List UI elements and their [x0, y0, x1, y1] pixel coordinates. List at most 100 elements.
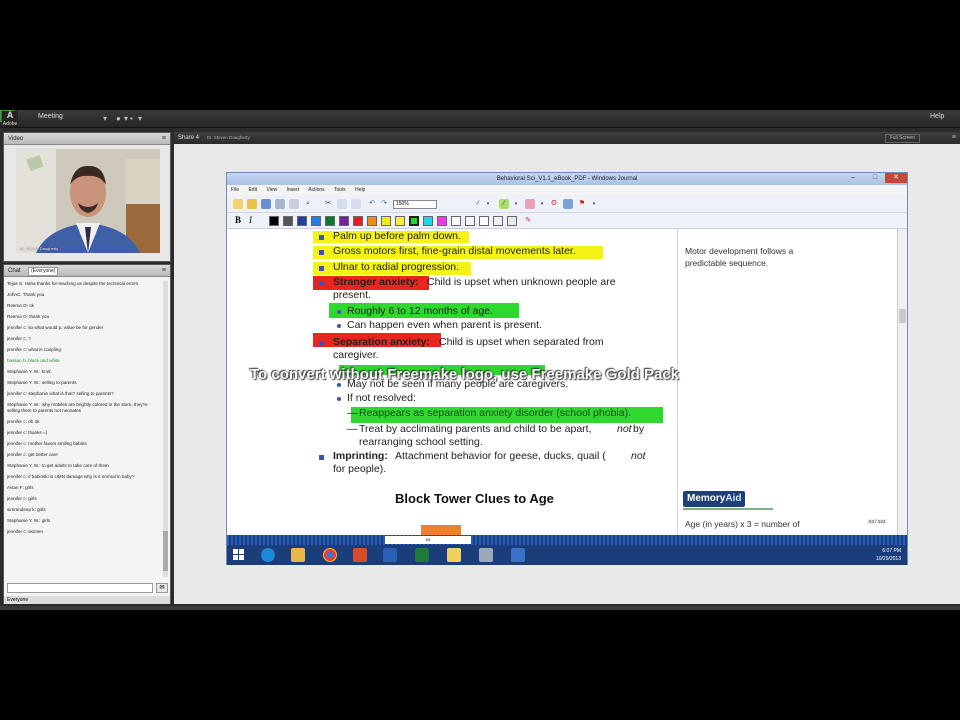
eraser-dropdown-icon[interactable]: ▾ — [537, 199, 547, 209]
print-icon[interactable] — [275, 199, 285, 209]
chat-input[interactable] — [7, 583, 153, 593]
zoom-select[interactable]: 150% — [393, 200, 437, 209]
doc-separation-desc-2: caregiver. — [333, 349, 379, 361]
microphone-icon[interactable]: ● — [116, 114, 121, 123]
excel-icon[interactable] — [415, 548, 429, 562]
color-swatch-white-2[interactable] — [465, 216, 475, 226]
cut-icon[interactable]: ✂ — [323, 199, 333, 209]
color-swatch-yellow[interactable] — [381, 216, 391, 226]
minimize-icon[interactable]: – — [843, 173, 863, 183]
italic-button[interactable]: I — [249, 215, 252, 225]
chat-message: simrandeep k: girls — [7, 507, 46, 512]
chat-message: Stephanie Y. W.: girls — [7, 518, 51, 523]
doc-term-stranger-anxiety: Stranger anxiety: — [333, 276, 419, 288]
chat-scrollbar-thumb[interactable] — [163, 531, 168, 571]
pod-menu-icon[interactable]: ≡ — [162, 265, 166, 277]
journal-scrollbar-thumb[interactable] — [899, 309, 906, 323]
chat-message: Stephanie Y. W.: why mobiles are brightl… — [7, 402, 148, 413]
highlighter-icon[interactable]: ∕ — [499, 199, 509, 209]
adobe-logo-icon: A Adobe — [2, 110, 18, 127]
pen-icon[interactable]: ∕ — [473, 199, 483, 209]
menu-actions[interactable]: Actions — [308, 187, 324, 193]
color-swatch-orange[interactable] — [367, 216, 377, 226]
memory-aid-badge: MemoryAid — [683, 491, 746, 507]
powerpoint-icon[interactable] — [353, 548, 367, 562]
color-swatch-red[interactable] — [353, 216, 363, 226]
toolbar-overflow-icon[interactable]: ▾ — [589, 199, 599, 209]
chat-message: jennifer c: mother favors smiling babies — [7, 441, 87, 446]
color-swatch-magenta[interactable] — [437, 216, 447, 226]
webcam-dropdown-icon[interactable]: ▾ — [138, 114, 142, 123]
color-swatch-white-4[interactable] — [493, 216, 503, 226]
menu-insert[interactable]: Insert — [287, 187, 300, 193]
search-icon[interactable]: ⌕ — [303, 199, 313, 209]
color-swatch-gray[interactable] — [283, 216, 293, 226]
open-icon[interactable] — [247, 199, 257, 209]
menu-file[interactable]: File — [231, 187, 239, 193]
menu-edit[interactable]: Edit — [248, 187, 257, 193]
new-note-icon[interactable] — [233, 199, 243, 209]
paste-icon[interactable] — [351, 199, 361, 209]
lasso-select-icon[interactable]: ʘ — [549, 199, 559, 209]
color-swatch-bright-green[interactable] — [409, 216, 419, 226]
webcam-icon[interactable]: ▪ — [130, 114, 133, 123]
email-icon[interactable] — [289, 199, 299, 209]
close-icon[interactable]: ✕ — [885, 173, 907, 183]
chrome-icon[interactable] — [323, 548, 337, 562]
bullet-square-icon — [319, 235, 324, 240]
fullscreen-button[interactable]: Full Screen — [884, 134, 920, 143]
color-swatch-navy[interactable] — [297, 216, 307, 226]
flag-icon[interactable]: ⚑ — [577, 199, 587, 209]
color-swatch-purple[interactable] — [339, 216, 349, 226]
memory-aid-badge-aid: Aid — [725, 493, 742, 504]
journal-page-strip: 63 — [227, 535, 907, 545]
color-swatch-white-1[interactable] — [451, 216, 461, 226]
journal-app-icon[interactable] — [479, 548, 493, 562]
file-explorer-icon[interactable] — [291, 548, 305, 562]
presenter-video-image — [16, 149, 160, 253]
pen-dropdown-icon[interactable]: ▾ — [483, 199, 493, 209]
menu-meeting[interactable]: Meeting — [38, 113, 63, 120]
windows-start-icon[interactable] — [233, 549, 245, 561]
color-swatch-white-3[interactable] — [479, 216, 489, 226]
eraser-icon[interactable] — [525, 199, 535, 209]
microphone-dropdown-icon[interactable]: ▾ — [124, 114, 128, 123]
chat-audience-selector[interactable]: (Everyone) — [28, 267, 59, 276]
chat-message: Stephanie Y. W.: selling to parents — [7, 380, 77, 385]
copy-icon[interactable] — [337, 199, 347, 209]
menu-help[interactable]: Help — [930, 113, 944, 120]
page-counter: 63 / 234 — [867, 519, 888, 524]
chat-recipient-footer[interactable]: Everyone — [4, 596, 170, 604]
internet-explorer-icon[interactable] — [261, 548, 275, 562]
doc-separation-desc: Child is upset when separated from — [439, 336, 604, 348]
menu-tools[interactable]: Tools — [334, 187, 346, 193]
redo-icon[interactable]: ↷ — [379, 199, 389, 209]
pod-menu-icon[interactable]: ≡ — [952, 132, 956, 144]
speaker-dropdown-icon[interactable]: ▾ — [103, 114, 107, 123]
undo-icon[interactable]: ↶ — [367, 199, 377, 209]
menu-help[interactable]: Help — [355, 187, 365, 193]
selection-tool-icon[interactable] — [563, 199, 573, 209]
chat-send-icon[interactable]: ✉ — [156, 583, 168, 593]
bullet-square-icon — [319, 455, 324, 460]
pod-menu-icon[interactable]: ≡ — [162, 133, 166, 145]
pen-settings-icon[interactable]: ✎ — [523, 216, 533, 226]
journal-scrollbar[interactable] — [897, 229, 907, 535]
color-swatch-green[interactable] — [325, 216, 335, 226]
chat-message: Tejas S: Haha thanks for teaching us des… — [7, 281, 139, 286]
color-swatch-blue[interactable] — [311, 216, 321, 226]
word-icon[interactable] — [383, 548, 397, 562]
color-swatch-cyan[interactable] — [423, 216, 433, 226]
highlighter-dropdown-icon[interactable]: ▾ — [511, 199, 521, 209]
folder-icon[interactable] — [447, 548, 461, 562]
save-icon[interactable] — [261, 199, 271, 209]
connect-app-icon[interactable] — [511, 548, 525, 562]
menu-view[interactable]: View — [266, 187, 277, 193]
maximize-icon[interactable]: □ — [865, 173, 885, 183]
chat-scrollbar[interactable] — [163, 281, 168, 577]
bold-button[interactable]: B — [235, 215, 241, 225]
color-swatch-white-5[interactable] — [507, 216, 517, 226]
journal-page-tab[interactable]: 63 — [385, 536, 471, 544]
color-swatch-black[interactable] — [269, 216, 279, 226]
color-swatch-light-yellow[interactable] — [395, 216, 405, 226]
